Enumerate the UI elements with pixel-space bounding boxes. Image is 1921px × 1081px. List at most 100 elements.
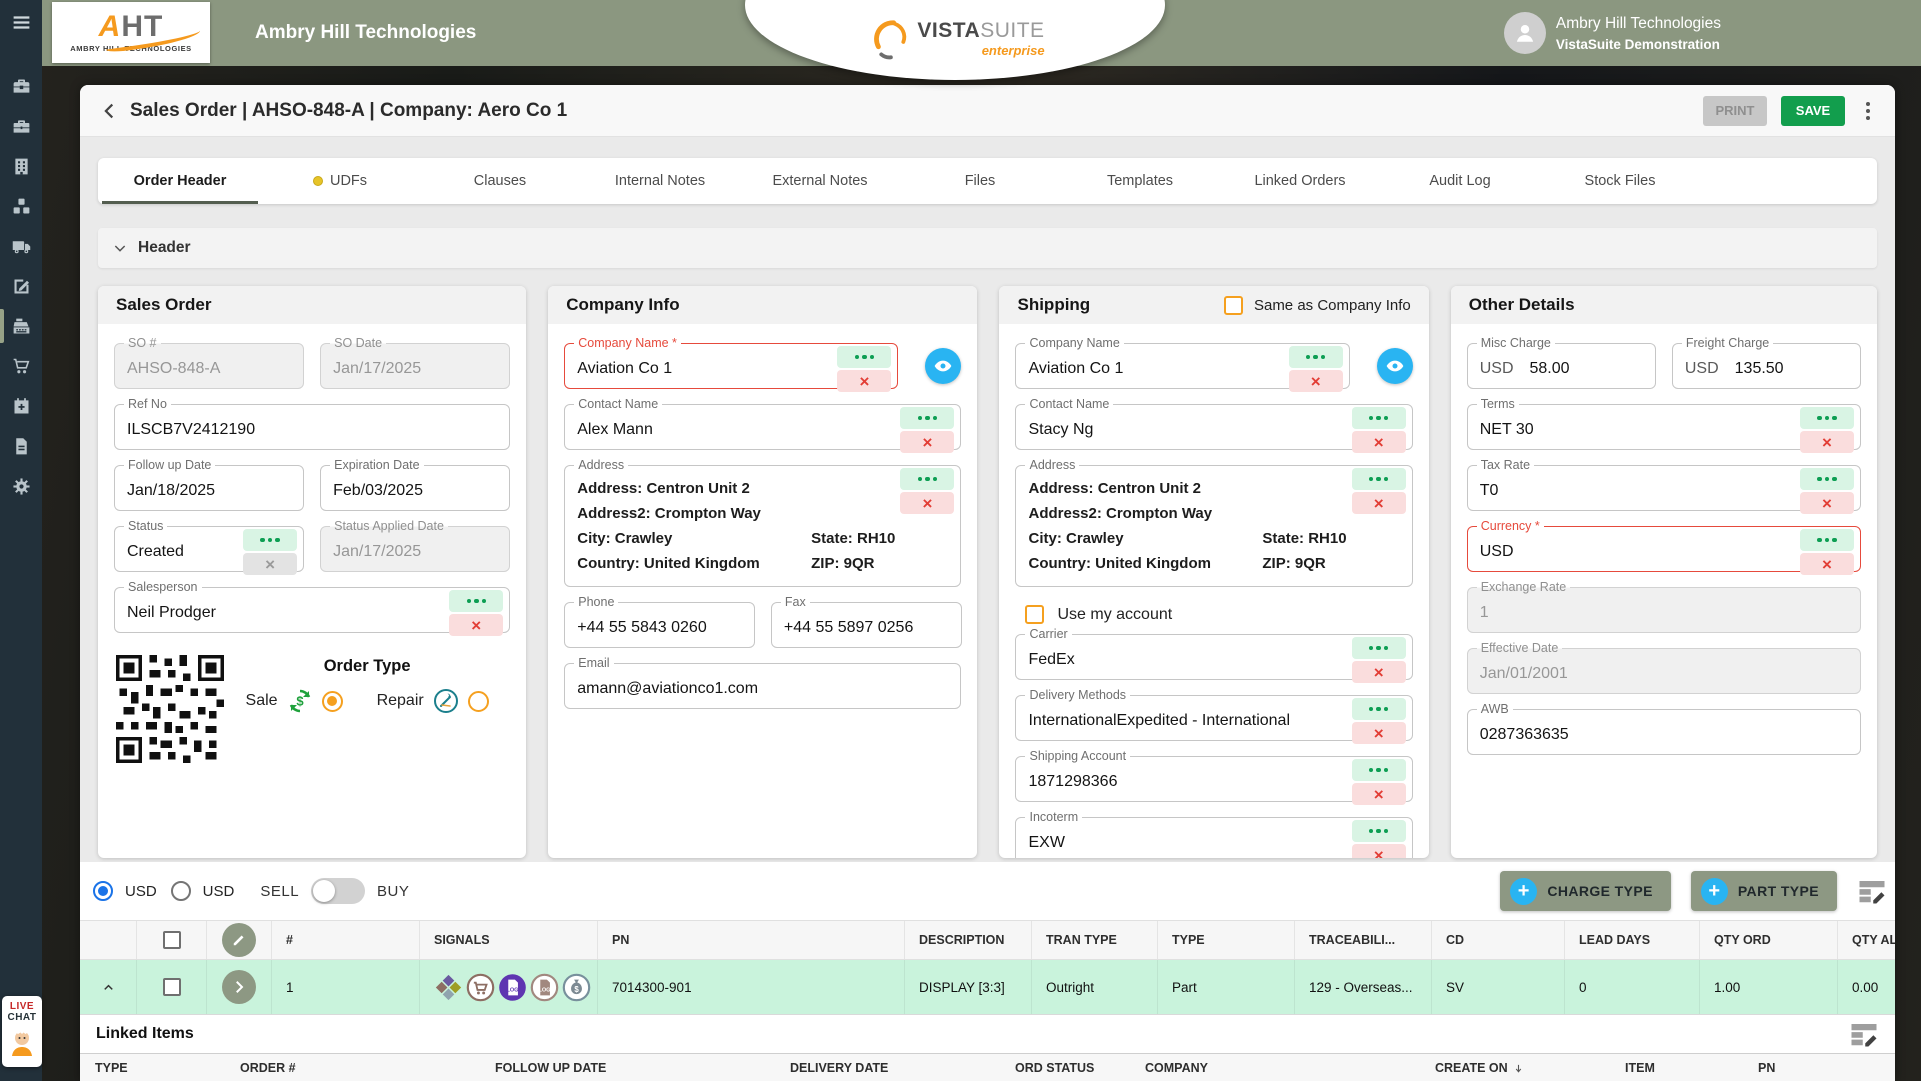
currency-field[interactable]: Currency * USD × [1467, 526, 1861, 572]
repair-radio[interactable] [468, 691, 489, 712]
ref-no-field[interactable]: Ref No ILSCB7V2412190 [114, 404, 510, 450]
follow-up-date-field[interactable]: Follow up Date Jan/18/2025 [114, 465, 304, 511]
row-checkbox[interactable] [163, 978, 181, 996]
add-part-type-button[interactable]: +PART TYPE [1691, 871, 1837, 911]
building-icon[interactable] [0, 146, 42, 186]
more-options-icon[interactable] [1859, 96, 1877, 126]
company-clear-button[interactable]: × [837, 370, 891, 392]
cart-signal-icon[interactable] [466, 973, 495, 1002]
contact-name-field[interactable]: Contact Name Alex Mann × [564, 404, 961, 450]
carrier-lookup-button[interactable] [1352, 637, 1406, 659]
awb-field[interactable]: AWB 0287363635 [1467, 709, 1861, 755]
log-doc-tan-icon[interactable]: LOG [530, 973, 559, 1002]
shipping-account-field[interactable]: Shipping Account 1871298366 × [1015, 756, 1412, 802]
tab-internal-notes[interactable]: Internal Notes [580, 158, 740, 204]
salesperson-lookup-button[interactable] [449, 590, 503, 612]
ship-company-clear-button[interactable]: × [1289, 370, 1343, 392]
toolbox-icon[interactable] [0, 66, 42, 106]
diamond-signal-icon[interactable] [434, 973, 463, 1002]
cash-register-icon[interactable] [0, 306, 42, 346]
expand-row-button[interactable] [222, 970, 256, 1004]
settings-gear-icon[interactable] [0, 466, 42, 506]
collapse-row-icon[interactable] [101, 980, 116, 995]
company-lookup-button[interactable] [837, 346, 891, 368]
incoterm-lookup-button[interactable] [1352, 820, 1406, 842]
money-bag-icon[interactable]: $ [562, 973, 591, 1002]
document-icon[interactable] [0, 426, 42, 466]
tab-audit-log[interactable]: Audit Log [1380, 158, 1540, 204]
carrier-field[interactable]: Carrier FedEx × [1015, 634, 1412, 680]
tab-templates[interactable]: Templates [1060, 158, 1220, 204]
header-section-toggle[interactable]: Header [98, 228, 1877, 268]
salesperson-clear-button[interactable]: × [449, 614, 503, 636]
address-lookup-button[interactable] [900, 468, 954, 490]
aht-logo[interactable]: AHT AMBRY HILL TECHNOLOGIES [52, 2, 210, 63]
back-button[interactable] [98, 99, 122, 123]
calendar-plus-icon[interactable] [0, 386, 42, 426]
tab-clauses[interactable]: Clauses [420, 158, 580, 204]
ship-contact-name-field[interactable]: Contact Name Stacy Ng × [1015, 404, 1412, 450]
misc-charge-field[interactable]: Misc Charge USD58.00 [1467, 343, 1656, 389]
truck-icon[interactable] [0, 226, 42, 266]
tab-linked-orders[interactable]: Linked Orders [1220, 158, 1380, 204]
terms-clear-button[interactable]: × [1800, 431, 1854, 453]
tab-files[interactable]: Files [900, 158, 1060, 204]
currency-clear-button[interactable]: × [1800, 553, 1854, 575]
log-doc-purple-icon[interactable]: LOG [498, 973, 527, 1002]
ship-address-lookup-button[interactable] [1352, 468, 1406, 490]
edit-linked-columns-icon[interactable] [1849, 1019, 1879, 1049]
email-field[interactable]: Email amann@aviationco1.com [564, 663, 961, 709]
shipping-account-clear-button[interactable]: × [1352, 783, 1406, 805]
salesperson-field[interactable]: Salesperson Neil Prodger × [114, 587, 510, 633]
edit-columns-icon[interactable] [1857, 876, 1887, 906]
tax-rate-lookup-button[interactable] [1800, 468, 1854, 490]
delivery-methods-field[interactable]: Delivery Methods InternationalExpedited … [1015, 695, 1412, 741]
ship-contact-lookup-button[interactable] [1352, 407, 1406, 429]
incoterm-field[interactable]: Incoterm EXW × [1015, 817, 1412, 858]
company-address-block[interactable]: Address Address: Centron Unit 2 Address2… [564, 465, 961, 587]
sale-radio[interactable] [322, 691, 343, 712]
same-as-company-checkbox[interactable] [1224, 296, 1243, 315]
ship-company-name-field[interactable]: Company Name Aviation Co 1 × [1015, 343, 1349, 389]
view-ship-company-button[interactable] [1377, 348, 1413, 384]
view-company-button[interactable] [925, 348, 961, 384]
tab-stock-files[interactable]: Stock Files [1540, 158, 1700, 204]
company-name-field[interactable]: Company Name * Aviation Co 1 × [564, 343, 898, 389]
contact-lookup-button[interactable] [900, 407, 954, 429]
freight-charge-field[interactable]: Freight Charge USD135.50 [1672, 343, 1861, 389]
expiration-date-field[interactable]: Expiration Date Feb/03/2025 [320, 465, 510, 511]
status-field[interactable]: Status Created × [114, 526, 304, 572]
fax-field[interactable]: Fax +44 55 5897 0256 [771, 602, 962, 648]
ship-address-clear-button[interactable]: × [1352, 492, 1406, 514]
delivery-clear-button[interactable]: × [1352, 722, 1406, 744]
tax-rate-clear-button[interactable]: × [1800, 492, 1854, 514]
user-block[interactable]: Ambry Hill Technologies VistaSuite Demon… [1504, 0, 1721, 66]
currency-lookup-button[interactable] [1800, 529, 1854, 551]
contact-clear-button[interactable]: × [900, 431, 954, 453]
select-all-checkbox[interactable] [163, 931, 181, 949]
tab-external-notes[interactable]: External Notes [740, 158, 900, 204]
ship-contact-clear-button[interactable]: × [1352, 431, 1406, 453]
sorted-column-header[interactable]: CREATE ON [1420, 1061, 1610, 1075]
carrier-clear-button[interactable]: × [1352, 661, 1406, 683]
currency-usd-radio-unselected[interactable] [171, 881, 191, 901]
live-chat-widget[interactable]: LIVE CHAT [2, 996, 42, 1067]
menu-icon[interactable] [0, 0, 42, 44]
edit-order-icon[interactable] [0, 266, 42, 306]
currency-usd-radio-selected[interactable] [93, 881, 113, 901]
incoterm-clear-button[interactable]: × [1352, 844, 1406, 858]
shipping-account-lookup-button[interactable] [1352, 759, 1406, 781]
save-button[interactable]: SAVE [1781, 96, 1845, 126]
terms-lookup-button[interactable] [1800, 407, 1854, 429]
briefcase-icon[interactable] [0, 106, 42, 146]
print-button[interactable]: PRINT [1703, 96, 1767, 126]
address-clear-button[interactable]: × [900, 492, 954, 514]
tab-udfs[interactable]: UDFs [260, 158, 420, 204]
table-row[interactable]: 1 LOG LOG $ 7014300-901 DISPLAY [3:3] Ou… [80, 960, 1895, 1015]
terms-field[interactable]: Terms NET 30 × [1467, 404, 1861, 450]
phone-field[interactable]: Phone +44 55 5843 0260 [564, 602, 755, 648]
avatar[interactable] [1504, 12, 1546, 54]
status-lookup-button[interactable] [243, 529, 297, 551]
tab-order-header[interactable]: Order Header [100, 158, 260, 204]
ship-address-block[interactable]: Address Address: Centron Unit 2 Address2… [1015, 465, 1412, 587]
